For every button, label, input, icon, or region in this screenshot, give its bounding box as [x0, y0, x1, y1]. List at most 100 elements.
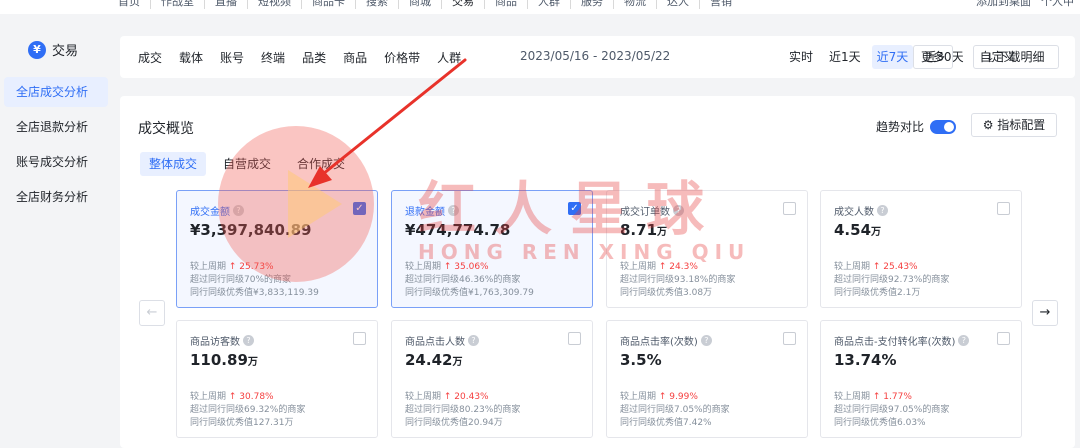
help-icon[interactable]: ?: [877, 205, 888, 216]
trend-compare: 趋势对比: [876, 118, 957, 135]
peer-benchmark: 同行同级优秀值127.31万: [190, 418, 294, 428]
up-arrow-icon: ↑: [872, 262, 884, 272]
metric-card[interactable]: 商品点击率(次数)? 3.5% 较上周期 ↑ 9.99% 超过同行同级7.05%…: [606, 320, 808, 438]
top-nav-item[interactable]: 直播: [205, 0, 248, 9]
metric-card[interactable]: 商品点击-支付转化率(次数)? 13.74% 较上周期 ↑ 1.77% 超过同行…: [820, 320, 1022, 438]
yen-icon: ¥: [28, 40, 46, 59]
metric-card[interactable]: 商品访客数? 110.89万 较上周期 ↑ 30.78% 超过同行同级69.32…: [176, 320, 378, 438]
more-button[interactable]: 更多: [913, 45, 953, 69]
help-icon[interactable]: ?: [448, 205, 459, 216]
dimension-tabs: 成交 载体 账号 终端 品类 商品 价格带 人群: [138, 36, 478, 78]
tab-terminal[interactable]: 终端: [261, 49, 285, 66]
metric-checkbox[interactable]: ✓: [568, 202, 581, 215]
date-range[interactable]: 2023/05/16 - 2023/05/22: [520, 49, 670, 63]
top-nav-item[interactable]: 商品卡: [302, 0, 356, 9]
metric-config-label: 指标配置: [997, 118, 1046, 132]
help-icon[interactable]: ?: [243, 335, 254, 346]
help-icon[interactable]: ?: [673, 205, 684, 216]
up-arrow-icon: ↑: [443, 262, 455, 272]
top-nav-item[interactable]: 达人: [657, 0, 700, 9]
peer-benchmark: 同行同级优秀值6.03%: [834, 418, 926, 428]
gear-icon: ⚙: [982, 118, 998, 132]
tab-trade[interactable]: 成交: [138, 49, 162, 66]
metric-checkbox[interactable]: [997, 332, 1010, 345]
metric-checkbox[interactable]: [353, 332, 366, 345]
top-nav-item[interactable]: 人群: [528, 0, 571, 9]
metric-label: 商品点击-支付转化率(次数)?: [834, 333, 1008, 348]
trade-type-tabs: 整体成交 自营成交 合作成交: [140, 152, 362, 176]
help-icon[interactable]: ?: [233, 205, 244, 216]
metric-card[interactable]: 成交订单数? 8.71万 较上周期 ↑ 24.3% 超过同行同级93.18%的商…: [606, 190, 808, 308]
peer-benchmark: 同行同级优秀值2.1万: [834, 288, 921, 298]
tab-self-trade[interactable]: 自营成交: [214, 152, 280, 176]
metric-card[interactable]: 成交人数? 4.54万 较上周期 ↑ 25.43% 超过同行同级92.73%的商…: [820, 190, 1022, 308]
peer-rank: 超过同行同级7.05%的商家: [620, 405, 730, 415]
metric-value: 110.89万: [190, 351, 364, 369]
change-value: 30.78%: [239, 392, 274, 402]
peer-rank: 超过同行同级92.73%的商家: [834, 275, 950, 285]
top-nav-item[interactable]: 服务: [571, 0, 614, 9]
metric-checkbox[interactable]: [783, 202, 796, 215]
metric-value-number: ¥3,397,840.89: [190, 221, 312, 239]
top-nav-item[interactable]: 商品: [485, 0, 528, 9]
metric-card[interactable]: 成交金额? ¥3,397,840.89 较上周期 ↑ 25.73% 超过同行同级…: [176, 190, 378, 308]
metric-label-text: 退款金额: [405, 207, 445, 218]
compare-label: 较上周期: [405, 262, 442, 272]
tab-overall-trade[interactable]: 整体成交: [140, 152, 207, 176]
top-nav-item[interactable]: 短视频: [248, 0, 302, 9]
trend-compare-toggle[interactable]: [930, 119, 957, 134]
time-realtime-button[interactable]: 实时: [784, 45, 818, 69]
sidebar-item-account-trade[interactable]: 账号成交分析: [4, 147, 108, 177]
tab-account[interactable]: 账号: [220, 49, 244, 66]
top-nav-item[interactable]: 搜索: [356, 0, 399, 9]
time-7d-button[interactable]: 近7天: [871, 45, 914, 69]
top-nav-items: 首页 作战室 直播 短视频 商品卡 搜索 商城 交易 商品 人群 服务 物流 达…: [108, 0, 742, 9]
tab-crowd[interactable]: 人群: [437, 49, 461, 66]
next-arrow-button[interactable]: →: [1032, 300, 1058, 326]
add-to-desktop-link[interactable]: 添加到桌面: [976, 0, 1031, 9]
help-icon[interactable]: ?: [958, 335, 970, 346]
change-value: 20.43%: [454, 392, 489, 402]
sidebar-item-store-trade[interactable]: 全店成交分析: [4, 77, 108, 107]
metric-card[interactable]: 商品点击人数? 24.42万 较上周期 ↑ 20.43% 超过同行同级80.23…: [391, 320, 593, 438]
metric-checkbox[interactable]: [568, 332, 581, 345]
tab-partner-trade[interactable]: 合作成交: [288, 152, 354, 176]
metric-checkbox[interactable]: [783, 332, 796, 345]
tab-carrier[interactable]: 载体: [179, 49, 203, 66]
top-nav-item[interactable]: 首页: [108, 0, 151, 9]
tab-product[interactable]: 商品: [343, 49, 367, 66]
top-nav-item[interactable]: 物流: [614, 0, 657, 9]
tab-price-band[interactable]: 价格带: [384, 49, 420, 66]
metric-config-button[interactable]: ⚙ 指标配置: [971, 113, 1057, 137]
metric-checkbox[interactable]: [997, 202, 1010, 215]
peer-rank: 超过同行同级80.23%的商家: [405, 405, 521, 415]
top-nav-item[interactable]: 作战室: [151, 0, 205, 9]
metric-label-text: 商品点击率(次数): [620, 337, 698, 348]
metric-card[interactable]: 退款金额? ¥474,774.78 较上周期 ↑ 35.06% 超过同行同级46…: [391, 190, 593, 308]
tab-category[interactable]: 品类: [302, 49, 326, 66]
up-arrow-icon: ↑: [872, 392, 884, 402]
sidebar-item-store-finance[interactable]: 全店财务分析: [4, 182, 108, 212]
time-1d-button[interactable]: 近1天: [824, 45, 866, 69]
help-icon[interactable]: ?: [468, 335, 479, 346]
sidebar-item-store-refund[interactable]: 全店退款分析: [4, 112, 108, 142]
top-nav-item-trade[interactable]: 交易: [442, 0, 485, 9]
metric-label-text: 商品访客数: [190, 337, 240, 348]
metric-compare: 较上周期 ↑ 35.06% 超过同行同级46.36%的商家 同行同级优秀值¥1,…: [405, 261, 579, 300]
peer-rank: 超过同行同级70%的商家: [190, 275, 292, 285]
change-value: 1.77%: [883, 392, 912, 402]
metric-checkbox[interactable]: ✓: [353, 202, 366, 215]
top-nav-item[interactable]: 商城: [399, 0, 442, 9]
profile-link[interactable]: 个人中: [1041, 0, 1074, 9]
download-detail-button[interactable]: ⤓ 下载明细: [973, 45, 1059, 69]
change-value: 9.99%: [669, 392, 698, 402]
top-nav-item[interactable]: 营销: [700, 0, 742, 9]
metric-compare: 较上周期 ↑ 1.77% 超过同行同级97.05%的商家 同行同级优秀值6.03…: [834, 391, 1008, 430]
metric-value-number: 24.42: [405, 351, 453, 369]
metric-compare: 较上周期 ↑ 24.3% 超过同行同级93.18%的商家 同行同级优秀值3.08…: [620, 261, 794, 300]
prev-arrow-button[interactable]: ←: [139, 300, 165, 326]
metric-label: 成交订单数?: [620, 203, 794, 218]
metric-compare: 较上周期 ↑ 25.43% 超过同行同级92.73%的商家 同行同级优秀值2.1…: [834, 261, 1008, 300]
help-icon[interactable]: ?: [700, 335, 712, 346]
compare-label: 较上周期: [834, 392, 871, 402]
